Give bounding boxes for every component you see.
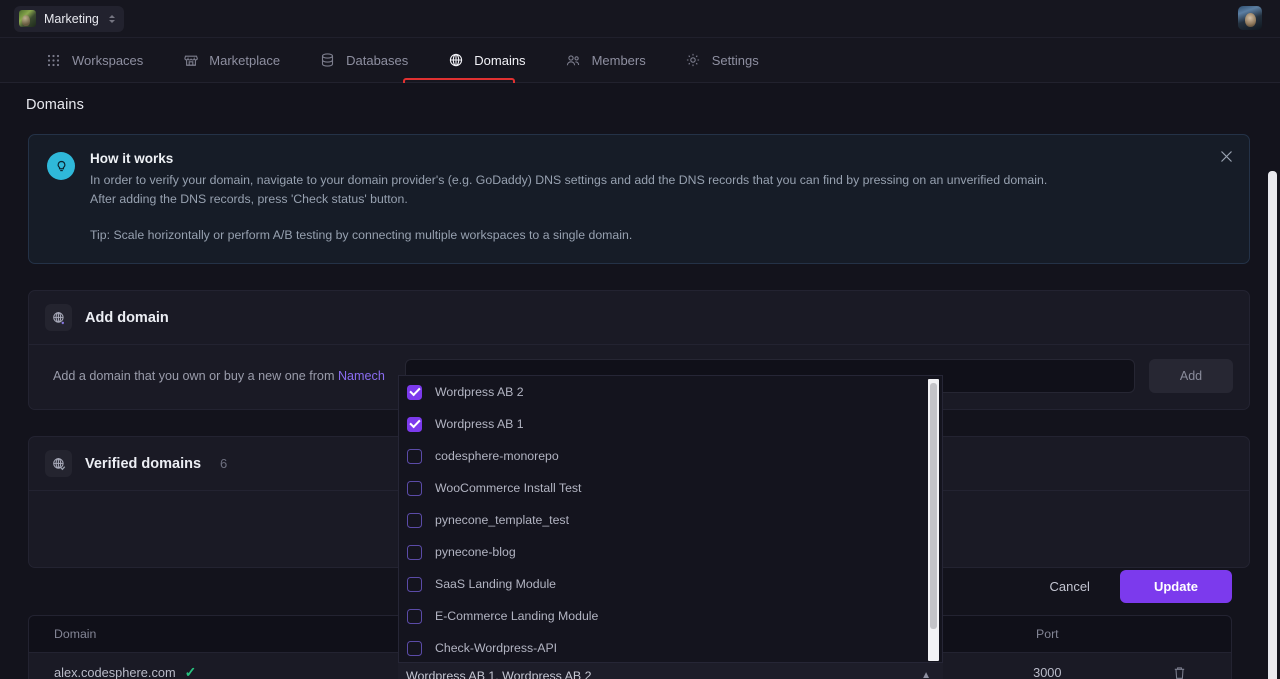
workspace-multiselect-dropdown[interactable]: Wordpress AB 2 Wordpress AB 1 codesphere-m…	[398, 375, 943, 663]
verified-domains-count: 6	[220, 456, 227, 471]
dropdown-option[interactable]: Wordpress AB 2	[399, 376, 942, 408]
column-header-port: Port	[967, 627, 1127, 641]
workspace-switcher[interactable]: Marketing	[14, 6, 124, 32]
close-icon[interactable]	[1217, 147, 1235, 165]
gear-icon	[686, 53, 701, 68]
checkbox[interactable]	[407, 641, 422, 656]
checkbox[interactable]	[407, 609, 422, 624]
banner-title: How it works	[90, 151, 1047, 166]
dropdown-option-label: E-Commerce Landing Module	[435, 609, 598, 623]
dropdown-scrollbar-thumb[interactable]	[930, 383, 937, 629]
nav-item-databases[interactable]: Databases	[304, 44, 424, 77]
dropdown-option-label: Check-Wordpress-API	[435, 641, 557, 655]
nav-label: Members	[592, 53, 646, 68]
dropdown-option[interactable]: WooCommerce Install Test	[399, 472, 942, 504]
nav-item-marketplace[interactable]: Marketplace	[167, 44, 296, 77]
dropdown-option[interactable]: Check-Wordpress-API	[399, 632, 942, 663]
add-domain-description: Add a domain that you own or buy a new o…	[53, 369, 385, 383]
main-nav: Workspaces Marketplace Databases Domains	[0, 38, 1280, 83]
dropdown-option-label: codesphere-monorepo	[435, 449, 559, 463]
cancel-button[interactable]: Cancel	[1031, 571, 1107, 602]
nav-item-workspaces[interactable]: Workspaces	[30, 44, 159, 77]
checkbox[interactable]	[407, 545, 422, 560]
dropdown-option-label: SaaS Landing Module	[435, 577, 556, 591]
cell-port: 3000	[967, 665, 1127, 679]
page-content: Domains How it works In order to verify …	[0, 83, 1280, 679]
chevron-up-icon: ▲	[921, 671, 931, 679]
workspace-avatar	[19, 10, 36, 27]
dropdown-option[interactable]: SaaS Landing Module	[399, 568, 942, 600]
nav-label: Databases	[346, 53, 408, 68]
nav-item-domains[interactable]: Domains	[432, 44, 541, 77]
nav-label: Settings	[712, 53, 759, 68]
store-icon	[183, 53, 198, 68]
globe-icon	[448, 53, 463, 68]
people-icon	[566, 53, 581, 68]
banner-line-2: After adding the DNS records, press 'Che…	[90, 190, 1047, 209]
top-bar: Marketing	[0, 0, 1280, 38]
nav-label: Workspaces	[72, 53, 143, 68]
domain-name: alex.codesphere.com	[54, 665, 176, 679]
checkbox[interactable]	[407, 385, 422, 400]
globe-plus-icon	[45, 304, 72, 331]
dropdown-option-label: pynecone-blog	[435, 545, 516, 559]
dropdown-option-label: Wordpress AB 1	[435, 417, 524, 431]
dropdown-option[interactable]: pynecone_template_test	[399, 504, 942, 536]
add-domain-title: Add domain	[85, 310, 169, 326]
page-scrollbar[interactable]	[1268, 171, 1277, 679]
up-down-caret-icon	[109, 15, 115, 23]
checkbox[interactable]	[407, 481, 422, 496]
page-title: Domains	[0, 83, 1280, 113]
dropdown-option-label: pynecone_template_test	[435, 513, 569, 527]
namecheap-link[interactable]: Namech	[338, 369, 385, 383]
nav-item-members[interactable]: Members	[550, 44, 662, 77]
add-button[interactable]: Add	[1149, 359, 1233, 393]
checkbox[interactable]	[407, 513, 422, 528]
dropdown-option[interactable]: pynecone-blog	[399, 536, 942, 568]
dropdown-option-label: WooCommerce Install Test	[435, 481, 581, 495]
update-button[interactable]: Update	[1120, 570, 1232, 603]
checkbox[interactable]	[407, 577, 422, 592]
verified-check-icon: ✓	[185, 664, 197, 679]
dropdown-option[interactable]: Wordpress AB 1	[399, 408, 942, 440]
add-domain-header: Add domain	[29, 291, 1249, 345]
grid-apps-icon	[46, 53, 61, 68]
nav-label: Domains	[474, 53, 525, 68]
workspace-select-value: Wordpress AB 1, Wordpress AB 2	[406, 669, 591, 679]
workspace-name: Marketing	[44, 12, 99, 26]
how-it-works-banner: How it works In order to verify your dom…	[28, 134, 1250, 264]
dropdown-scrollbar[interactable]	[928, 379, 939, 661]
verified-domains-title: Verified domains	[85, 456, 201, 472]
database-icon	[320, 53, 335, 68]
lightbulb-icon	[47, 152, 75, 180]
nav-item-settings[interactable]: Settings	[670, 44, 775, 77]
form-actions: Cancel Update	[1031, 570, 1232, 603]
dropdown-option[interactable]: E-Commerce Landing Module	[399, 600, 942, 632]
checkbox[interactable]	[407, 449, 422, 464]
avatar[interactable]	[1238, 6, 1262, 30]
checkbox[interactable]	[407, 417, 422, 432]
globe-check-icon	[45, 450, 72, 477]
dropdown-option-label: Wordpress AB 2	[435, 385, 524, 399]
nav-label: Marketplace	[209, 53, 280, 68]
delete-domain-button[interactable]	[1127, 666, 1231, 679]
dropdown-options-list: Wordpress AB 2 Wordpress AB 1 codesphere-m…	[399, 376, 942, 663]
dropdown-option[interactable]: codesphere-monorepo	[399, 440, 942, 472]
banner-tip: Tip: Scale horizontally or perform A/B t…	[90, 226, 1047, 245]
banner-line-1: In order to verify your domain, navigate…	[90, 171, 1047, 190]
workspace-select-field[interactable]: Wordpress AB 1, Wordpress AB 2 ▲	[398, 663, 943, 679]
